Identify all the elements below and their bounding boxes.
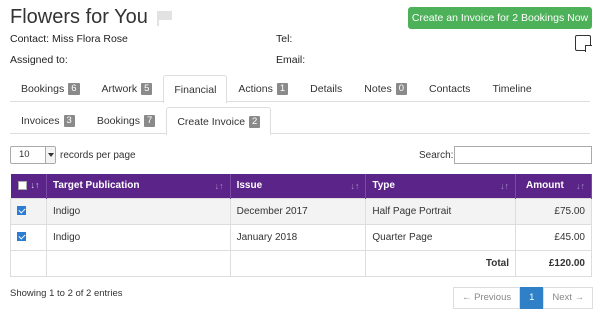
records-select[interactable]: 10 — [10, 146, 56, 164]
total-value: £120.00 — [515, 249, 592, 277]
chevron-down-icon — [45, 147, 55, 163]
previous-button[interactable]: ← Previous — [453, 287, 521, 309]
col-issue[interactable]: Issue ↓↑ — [230, 174, 367, 198]
entries-info: Showing 1 to 2 of 2 entries — [10, 288, 123, 299]
assigned-text: Assigned to: — [10, 54, 68, 66]
invoice-table: ↓↑ Target Publication ↓↑ Issue ↓↑ Type ↓↑ A… — [10, 174, 592, 277]
records-per-page: 10 records per page — [10, 146, 136, 164]
email-text: Email: — [276, 54, 306, 66]
subtab-bookings[interactable]: Bookings 7 — [86, 107, 167, 134]
subtab-create-invoice[interactable]: Create Invoice 2 — [166, 107, 272, 135]
main-tabs: Bookings 6 Artwork 5 Financial Actions 1 De… — [10, 75, 590, 103]
tab-notes[interactable]: Notes 0 — [353, 75, 418, 102]
col-type[interactable]: Type ↓↑ — [365, 174, 517, 198]
tab-timeline[interactable]: Timeline — [481, 75, 542, 102]
page-1-button[interactable]: 1 — [520, 287, 544, 309]
cell-publication: Indigo — [45, 223, 231, 251]
cell-issue: January 2018 — [229, 223, 367, 251]
cell-issue: December 2017 — [229, 197, 367, 225]
tel-text: Tel: — [276, 33, 293, 45]
table-row[interactable]: Indigo January 2018 Quarter Page £45.00 — [10, 223, 592, 251]
page-title: Flowers for You — [10, 6, 174, 29]
sort-icon[interactable]: ↓↑ — [31, 180, 40, 190]
cell-amount: £75.00 — [515, 197, 592, 225]
search-input[interactable] — [454, 146, 593, 164]
pagination: ← Previous 1 Next → — [453, 287, 594, 309]
next-button[interactable]: Next → — [543, 287, 594, 309]
tab-details[interactable]: Details — [299, 75, 353, 102]
select-all-checkbox[interactable] — [17, 181, 27, 191]
search-label: Search: — [419, 149, 454, 161]
customer-name: Flowers for You — [10, 6, 148, 28]
tab-financial[interactable]: Financial — [163, 75, 228, 103]
col-amount[interactable]: Amount ↓↑ — [515, 174, 592, 198]
cell-amount: £45.00 — [515, 223, 592, 251]
tab-artwork[interactable]: Artwork 5 — [91, 75, 164, 102]
tab-bookings[interactable]: Bookings 6 — [10, 75, 91, 102]
note-icon[interactable] — [575, 35, 592, 52]
table-row[interactable]: Indigo December 2017 Half Page Portrait … — [10, 197, 592, 225]
subtab-invoices[interactable]: Invoices 3 — [10, 107, 86, 134]
total-row: Total £120.00 — [10, 249, 592, 277]
col-target-publication[interactable]: Target Publication ↓↑ — [46, 174, 231, 198]
tab-contacts[interactable]: Contacts — [418, 75, 481, 102]
total-label: Total — [365, 249, 517, 277]
cell-type: Quarter Page — [365, 223, 517, 251]
cell-publication: Indigo — [45, 197, 231, 225]
row-checkbox[interactable] — [17, 206, 26, 216]
flag-icon[interactable] — [156, 10, 174, 26]
tab-actions[interactable]: Actions 1 — [227, 75, 299, 102]
search: Search: — [419, 146, 593, 164]
sub-tabs: Invoices 3 Bookings 7 Create Invoice 2 — [10, 107, 590, 135]
row-checkbox[interactable] — [17, 232, 26, 242]
create-invoice-button[interactable]: Create an Invoice for 2 Bookings Now — [408, 7, 592, 29]
records-label: records per page — [60, 149, 136, 161]
cell-type: Half Page Portrait — [365, 197, 517, 225]
select-all-header: ↓↑ — [10, 174, 47, 198]
contact-text: Contact: Miss Flora Rose — [10, 33, 128, 45]
